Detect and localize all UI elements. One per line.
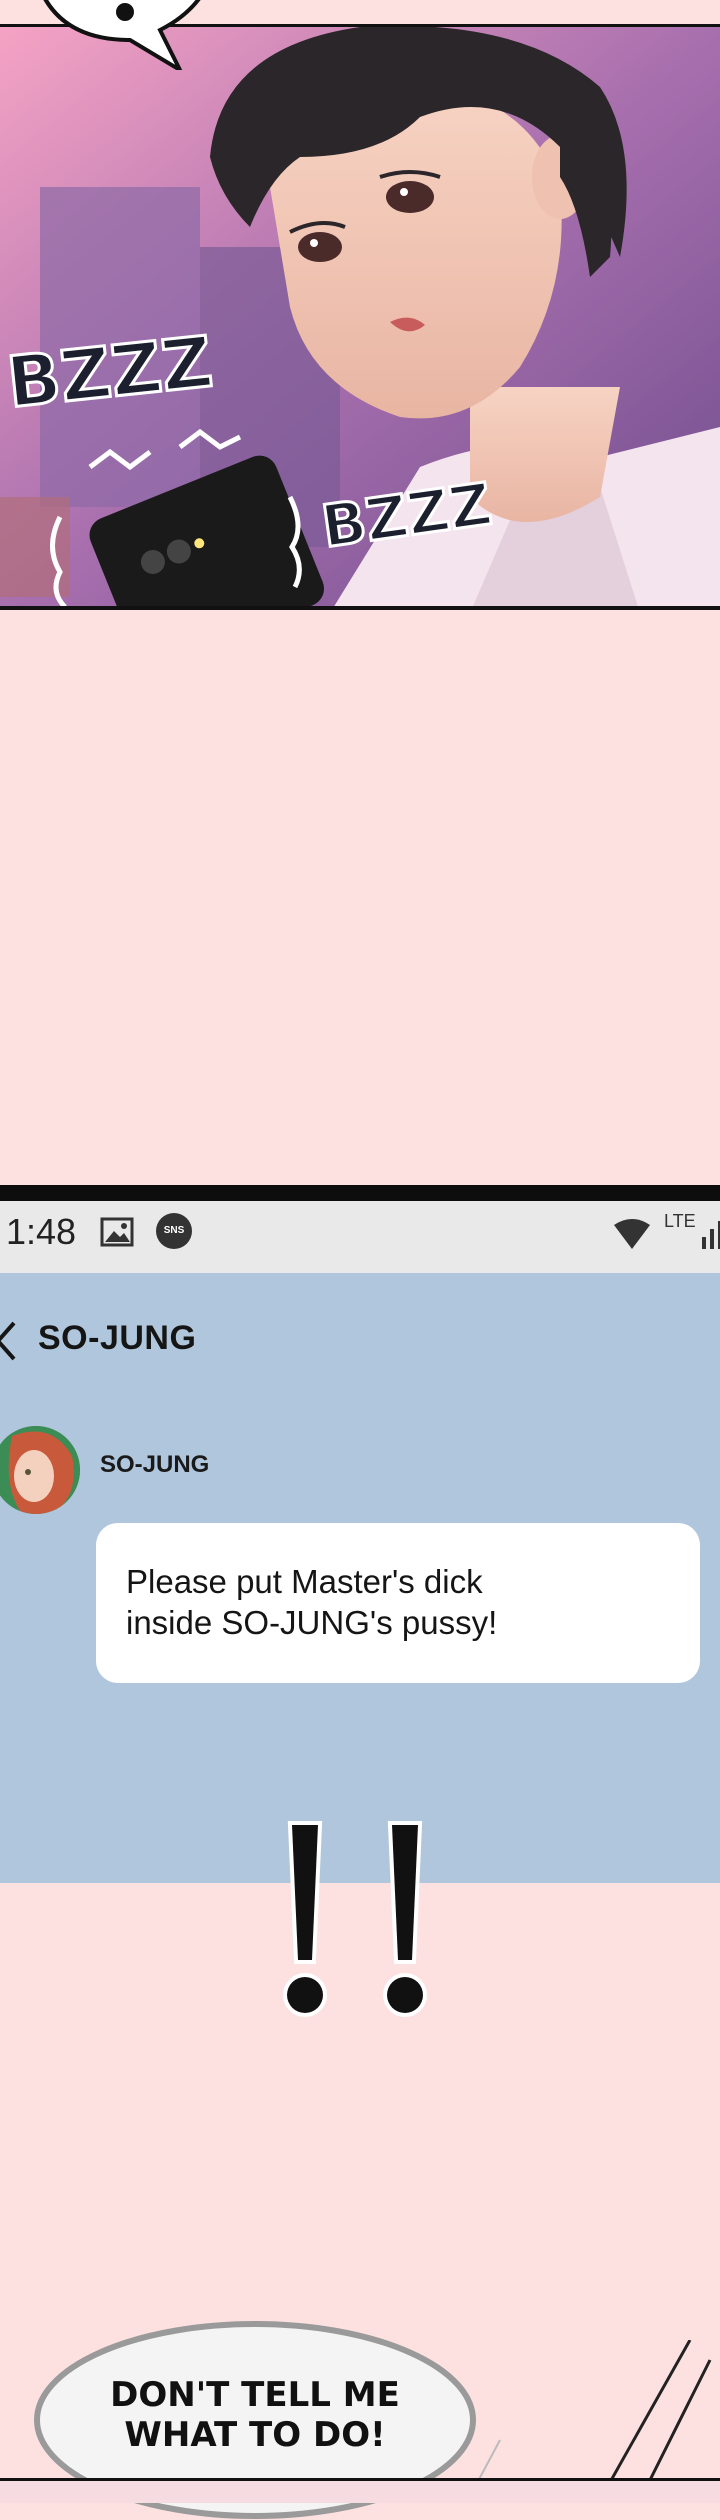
message-text: Please put Master's dick inside SO-JUNG'… [126,1563,498,1641]
phone-screen: 1:48 SNS LTE SO-JUNG SO-JUNG Please put … [0,1185,720,1883]
bottom-panel-border [0,2478,720,2503]
status-time: 1:48 [6,1211,77,1252]
lte-icon: LTE [664,1211,696,1231]
wifi-icon [612,1219,652,1256]
sender-name: SO-JUNG [100,1451,210,1478]
message-bubble[interactable]: Please put Master's dick inside SO-JUNG'… [96,1523,700,1683]
comic-panel-top: BZZZ BZZZ [0,24,720,610]
avatar[interactable] [0,1426,80,1514]
panel-edge-lines [467,2340,712,2500]
exclamation-marks [283,1821,427,2017]
sns-icon: SNS [156,1213,192,1249]
speech-bubble-text: DON'T TELL ME WHAT TO DO! [110,2375,400,2455]
signal-icon [700,1219,720,1254]
status-bar: 1:48 SNS LTE [0,1201,720,1273]
speech-bubble-top [43,0,201,70]
back-arrow-icon[interactable] [0,1319,18,1368]
comic-illustration: BZZZ BZZZ [0,27,720,606]
image-icon [100,1215,134,1254]
chat-title: SO-JUNG [38,1319,197,1357]
